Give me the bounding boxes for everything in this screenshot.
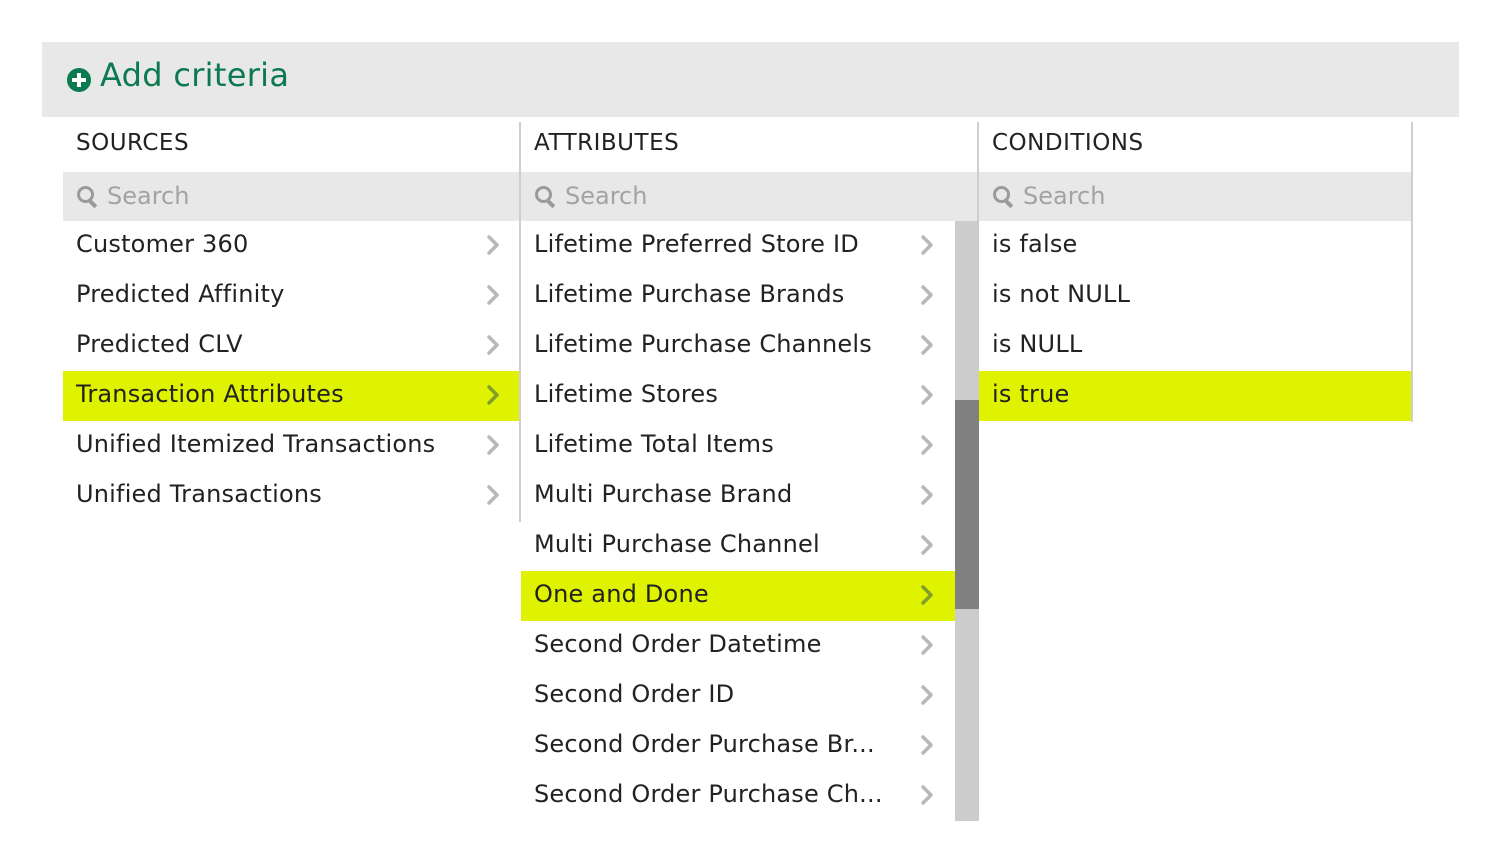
plus-circle-icon: [67, 68, 91, 92]
sources-search-input[interactable]: [107, 178, 407, 214]
chevron-right-icon: [921, 485, 933, 505]
search-icon: [535, 186, 552, 203]
chevron-right-icon: [921, 435, 933, 455]
conditions-list-item[interactable]: is false: [979, 221, 1413, 271]
chevron-right-icon: [487, 335, 499, 355]
chevron-right-icon: [487, 435, 499, 455]
chevron-right-icon: [921, 235, 933, 255]
attributes-scrollbar[interactable]: [955, 221, 979, 821]
chevron-right-icon: [921, 685, 933, 705]
attributes-item-label: Lifetime Purchase Channels: [534, 330, 872, 358]
search-icon: [993, 186, 1010, 203]
conditions-item-label: is not NULL: [992, 280, 1131, 308]
chevron-right-icon: [921, 285, 933, 305]
conditions-title: CONDITIONS: [992, 130, 1144, 156]
chevron-right-icon: [921, 635, 933, 655]
sources-item-label: Customer 360: [76, 230, 249, 258]
sources-item-label: Predicted CLV: [76, 330, 243, 358]
chevron-right-icon: [487, 485, 499, 505]
attributes-item-label: Second Order Datetime: [534, 630, 822, 658]
sources-list-item[interactable]: Transaction Attributes: [63, 371, 521, 421]
attributes-item-label: Multi Purchase Channel: [534, 530, 820, 558]
attributes-item-label: Lifetime Total Items: [534, 430, 774, 458]
sources-list-item[interactable]: Predicted Affinity: [63, 271, 521, 321]
attributes-list-item[interactable]: Second Order ID: [521, 671, 955, 721]
sources-item-label: Unified Itemized Transactions: [76, 430, 436, 458]
attributes-item-label: One and Done: [534, 580, 709, 608]
chevron-right-icon: [921, 735, 933, 755]
attributes-list-item[interactable]: Lifetime Purchase Channels: [521, 321, 955, 371]
sources-title: SOURCES: [76, 130, 190, 156]
conditions-list-item[interactable]: is not NULL: [979, 271, 1413, 321]
attributes-item-label: Second Order Purchase Ch...: [534, 780, 883, 808]
chevron-right-icon: [921, 335, 933, 355]
add-criteria-title: Add criteria: [100, 56, 290, 94]
attributes-list-item[interactable]: Multi Purchase Brand: [521, 471, 955, 521]
attributes-item-label: Second Order Purchase Br...: [534, 730, 875, 758]
attributes-search[interactable]: [521, 172, 979, 221]
sources-list-item[interactable]: Unified Transactions: [63, 471, 521, 521]
attributes-list-item[interactable]: Second Order Purchase Br...: [521, 721, 955, 771]
conditions-list-item[interactable]: is true: [979, 371, 1413, 421]
attributes-search-input[interactable]: [565, 178, 865, 214]
chevron-right-icon: [487, 385, 499, 405]
attributes-list-item[interactable]: Second Order Purchase Ch...: [521, 771, 955, 821]
sources-item-label: Transaction Attributes: [76, 380, 344, 408]
chevron-right-icon: [487, 285, 499, 305]
chevron-right-icon: [921, 585, 933, 605]
conditions-list-item[interactable]: is NULL: [979, 321, 1413, 371]
attributes-list-item[interactable]: Second Order Datetime: [521, 621, 955, 671]
conditions-item-label: is NULL: [992, 330, 1083, 358]
sources-list-item[interactable]: Unified Itemized Transactions: [63, 421, 521, 471]
attributes-list-item[interactable]: One and Done: [521, 571, 955, 621]
attributes-list-item[interactable]: Lifetime Preferred Store ID: [521, 221, 955, 271]
chevron-right-icon: [921, 535, 933, 555]
column-divider: [519, 122, 521, 522]
sources-list-item[interactable]: Customer 360: [63, 221, 521, 271]
attributes-list-item[interactable]: Lifetime Total Items: [521, 421, 955, 471]
attributes-item-label: Second Order ID: [534, 680, 735, 708]
add-criteria-header[interactable]: Add criteria: [42, 42, 1459, 117]
sources-item-label: Predicted Affinity: [76, 280, 285, 308]
attributes-list-item[interactable]: Multi Purchase Channel: [521, 521, 955, 571]
attributes-list-item[interactable]: Lifetime Stores: [521, 371, 955, 421]
attributes-list-item[interactable]: Lifetime Purchase Brands: [521, 271, 955, 321]
column-divider: [1411, 122, 1413, 422]
attributes-scrollbar-thumb[interactable]: [955, 400, 979, 609]
attributes-item-label: Multi Purchase Brand: [534, 480, 793, 508]
search-icon: [77, 186, 94, 203]
conditions-search[interactable]: [979, 172, 1413, 221]
sources-search[interactable]: [63, 172, 521, 221]
column-divider: [977, 122, 979, 222]
conditions-search-input[interactable]: [1023, 178, 1323, 214]
conditions-item-label: is true: [992, 380, 1070, 408]
conditions-item-label: is false: [992, 230, 1078, 258]
attributes-item-label: Lifetime Purchase Brands: [534, 280, 845, 308]
attributes-item-label: Lifetime Stores: [534, 380, 719, 408]
chevron-right-icon: [921, 785, 933, 805]
chevron-right-icon: [487, 235, 499, 255]
attributes-item-label: Lifetime Preferred Store ID: [534, 230, 859, 258]
sources-list-item[interactable]: Predicted CLV: [63, 321, 521, 371]
sources-item-label: Unified Transactions: [76, 480, 322, 508]
attributes-title: ATTRIBUTES: [534, 130, 680, 156]
chevron-right-icon: [921, 385, 933, 405]
